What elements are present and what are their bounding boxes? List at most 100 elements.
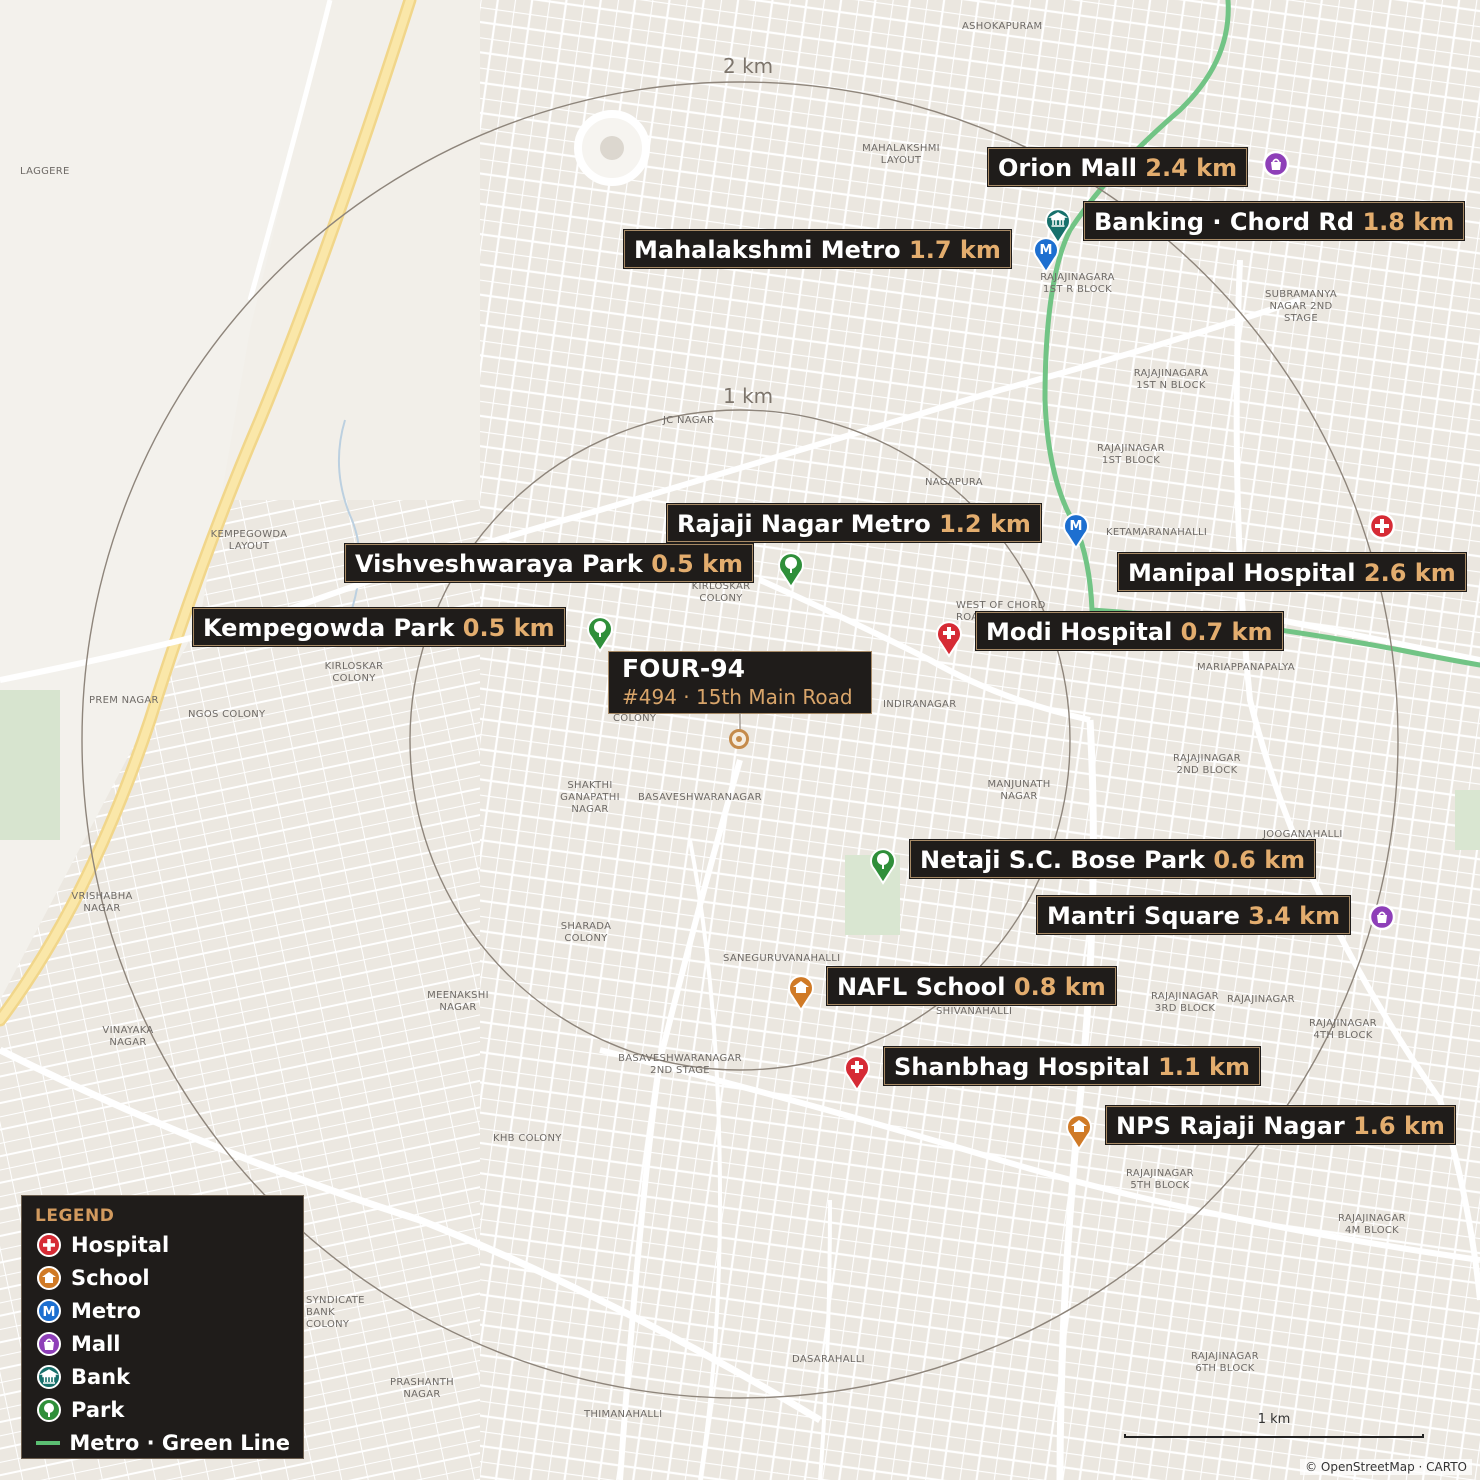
legend-label: School [71, 1265, 150, 1290]
area-label-khb-colony: KHB COLONY [493, 1133, 562, 1144]
poi-distance: 1.7 km [909, 236, 1001, 264]
property-marker-icon[interactable] [729, 729, 749, 749]
area-label-vrishabha: VRISHABHA NAGAR [71, 891, 133, 914]
poi-label-nafl-school[interactable]: NAFL School 0.8 km [827, 967, 1116, 1005]
legend-title: LEGEND [35, 1206, 115, 1226]
attribution[interactable]: © OpenStreetMap · CARTO [1300, 1459, 1472, 1475]
park-icon[interactable] [776, 549, 806, 589]
svg-text:M: M [43, 1305, 56, 1320]
area-label-syndicate: SYNDICATE BANK COLONY [306, 1295, 365, 1330]
area-label-indiranagar: INDIRANAGAR [883, 699, 957, 710]
legend-label: Bank [71, 1364, 131, 1389]
area-label-nagapura: NAGAPURA [925, 477, 983, 488]
area-label-basaveshwaranagar-2nd: BASAVESHWARANAGAR 2ND STAGE [618, 1053, 742, 1076]
area-label-saneguruvanahalli: SANEGURUVANAHALLI [723, 953, 841, 964]
poi-label-rajaji-nagar-metro[interactable]: Rajaji Nagar Metro 1.2 km [667, 504, 1041, 542]
park-icon[interactable] [585, 613, 615, 653]
poi-distance: 1.6 km [1353, 1112, 1445, 1140]
area-label-rajajinagara-1n: RAJAJINAGARA 1ST N BLOCK [1133, 368, 1209, 391]
property-card[interactable]: FOUR-94 #494 · 15th Main Road [608, 651, 872, 714]
metro-icon[interactable]: M [1031, 234, 1061, 274]
poi-label-mantri-square[interactable]: Mantri Square 3.4 km [1037, 896, 1351, 934]
poi-label-nps-rajaji-nagar[interactable]: NPS Rajaji Nagar 1.6 km [1106, 1106, 1455, 1144]
metro-icon[interactable]: M [1061, 510, 1091, 550]
area-label-meenakshi: MEENAKSHI NAGAR [427, 990, 489, 1013]
poi-distance: 2.6 km [1363, 559, 1456, 587]
area-label-rajajinagar-2nd: RAJAJINAGAR 2ND BLOCK [1173, 753, 1241, 776]
area-label-mahalakshmi: MAHALAKSHMI LAYOUT [862, 143, 940, 166]
area-label-prem-nagar: PREM NAGAR [89, 695, 159, 706]
poi-name: NPS Rajaji Nagar [1116, 1112, 1345, 1140]
area-label-rajajinagar-1st: RAJAJINAGAR 1ST BLOCK [1097, 443, 1165, 466]
area-label-thimanahalli: THIMANAHALLI [584, 1409, 663, 1420]
poi-name: Netaji S.C. Bose Park [920, 846, 1205, 874]
legend-item-metro-line: Metro · Green Line [35, 1426, 290, 1459]
poi-distance: 0.5 km [462, 614, 555, 642]
poi-label-netaji-park[interactable]: Netaji S.C. Bose Park 0.6 km [910, 840, 1316, 878]
area-label-rajajinagar-3rd: RAJAJINAGAR 3RD BLOCK [1151, 991, 1219, 1014]
area-label-shakthi: SHAKTHI GANAPATHI NAGAR [560, 780, 620, 815]
area-label-laggere: LAGGERE [20, 166, 70, 177]
area-label-rajajinagar-4th: RAJAJINAGAR 4TH BLOCK [1309, 1018, 1377, 1041]
metro-line-icon [35, 1429, 61, 1457]
poi-label-vishveshwaraya-park[interactable]: Vishveshwaraya Park 0.5 km [345, 544, 754, 582]
area-label-sharada: SHARADA COLONY [560, 921, 612, 944]
area-label-rajajinagara-1r: RAJAJINAGARA 1ST R BLOCK [1040, 272, 1115, 295]
poi-name: Rajaji Nagar Metro [677, 510, 931, 538]
mall-icon[interactable] [1367, 902, 1397, 942]
mall-icon[interactable] [1261, 148, 1291, 188]
area-label-jc-nagar: JC NAGAR [663, 415, 715, 426]
area-label-vinayaka: VINAYAKA NAGAR [102, 1025, 154, 1048]
poi-label-kempegowda-park[interactable]: Kempegowda Park 0.5 km [193, 608, 565, 646]
poi-distance: 0.7 km [1180, 618, 1273, 646]
area-label-mariappanapalya: MARIAPPANAPALYA [1197, 662, 1295, 673]
hospital-icon[interactable] [842, 1052, 872, 1092]
area-label-shivanahalli: SHIVANAHALLI [936, 1006, 1013, 1017]
poi-name: NAFL School [837, 973, 1006, 1001]
map-canvas[interactable]: ASHOKAPURAM LAGGERE MAHALAKSHMI LAYOUT R… [0, 0, 1480, 1480]
poi-distance: 1.2 km [939, 510, 1031, 538]
area-label-colony: COLONY [613, 713, 657, 724]
ring-label-2km: 2 km [723, 54, 774, 78]
poi-distance: 1.8 km [1362, 208, 1455, 236]
poi-label-manipal-hospital[interactable]: Manipal Hospital 2.6 km [1118, 553, 1466, 591]
legend-item-mall: Mall [35, 1327, 290, 1360]
poi-distance: 1.1 km [1158, 1053, 1251, 1081]
metro-icon: M [35, 1297, 63, 1325]
poi-distance: 3.4 km [1248, 902, 1341, 930]
area-label-rajajinagar-4m: RAJAJINAGAR 4M BLOCK [1338, 1213, 1406, 1236]
school-icon [35, 1264, 63, 1292]
bank-icon [35, 1363, 63, 1391]
poi-label-orion-mall[interactable]: Orion Mall 2.4 km [988, 148, 1248, 186]
scale-bar: 1 km [1124, 1412, 1424, 1440]
mall-icon [35, 1330, 63, 1358]
park-icon[interactable] [868, 845, 898, 885]
legend-item-hospital: Hospital [35, 1228, 290, 1261]
poi-name: Mahalakshmi Metro [634, 236, 901, 264]
hospital-icon[interactable] [934, 618, 964, 658]
poi-label-modi-hospital[interactable]: Modi Hospital 0.7 km [976, 612, 1283, 650]
scale-label: 1 km [1257, 1412, 1291, 1427]
area-label-subramanya: SUBRAMANYA NAGAR 2ND STAGE [1264, 289, 1338, 324]
poi-name: Orion Mall [998, 154, 1137, 182]
school-icon[interactable] [786, 972, 816, 1012]
poi-distance: 0.6 km [1213, 846, 1306, 874]
property-address: #494 · 15th Main Road [622, 685, 853, 709]
area-label-manjunath: MANJUNATH NAGAR [987, 779, 1051, 802]
poi-label-banking-chord-rd[interactable]: Banking · Chord Rd 1.8 km [1084, 202, 1465, 240]
poi-distance: 2.4 km [1145, 154, 1238, 182]
school-icon[interactable] [1064, 1111, 1094, 1151]
legend-item-bank: Bank [35, 1360, 290, 1393]
poi-label-shanbhag-hospital[interactable]: Shanbhag Hospital 1.1 km [884, 1047, 1261, 1085]
property-name: FOUR-94 [622, 654, 746, 683]
area-label-kirloskar-colony: KIRLOSKAR COLONY [324, 661, 384, 684]
hospital-icon[interactable] [1367, 511, 1397, 551]
poi-label-mahalakshmi-metro[interactable]: Mahalakshmi Metro 1.7 km [624, 230, 1011, 268]
area-label-rajajinagar-5th: RAJAJINAGAR 5TH BLOCK [1126, 1168, 1194, 1191]
area-label-dasarahalli: DASARAHALLI [792, 1354, 865, 1365]
svg-text:M: M [1070, 519, 1083, 534]
legend-label: Metro [71, 1298, 141, 1323]
poi-distance: 0.8 km [1013, 973, 1106, 1001]
area-label-rajajinagar: RAJAJINAGAR [1227, 994, 1295, 1005]
area-label-ketamaranahalli: KETAMARANAHALLI [1106, 527, 1208, 538]
